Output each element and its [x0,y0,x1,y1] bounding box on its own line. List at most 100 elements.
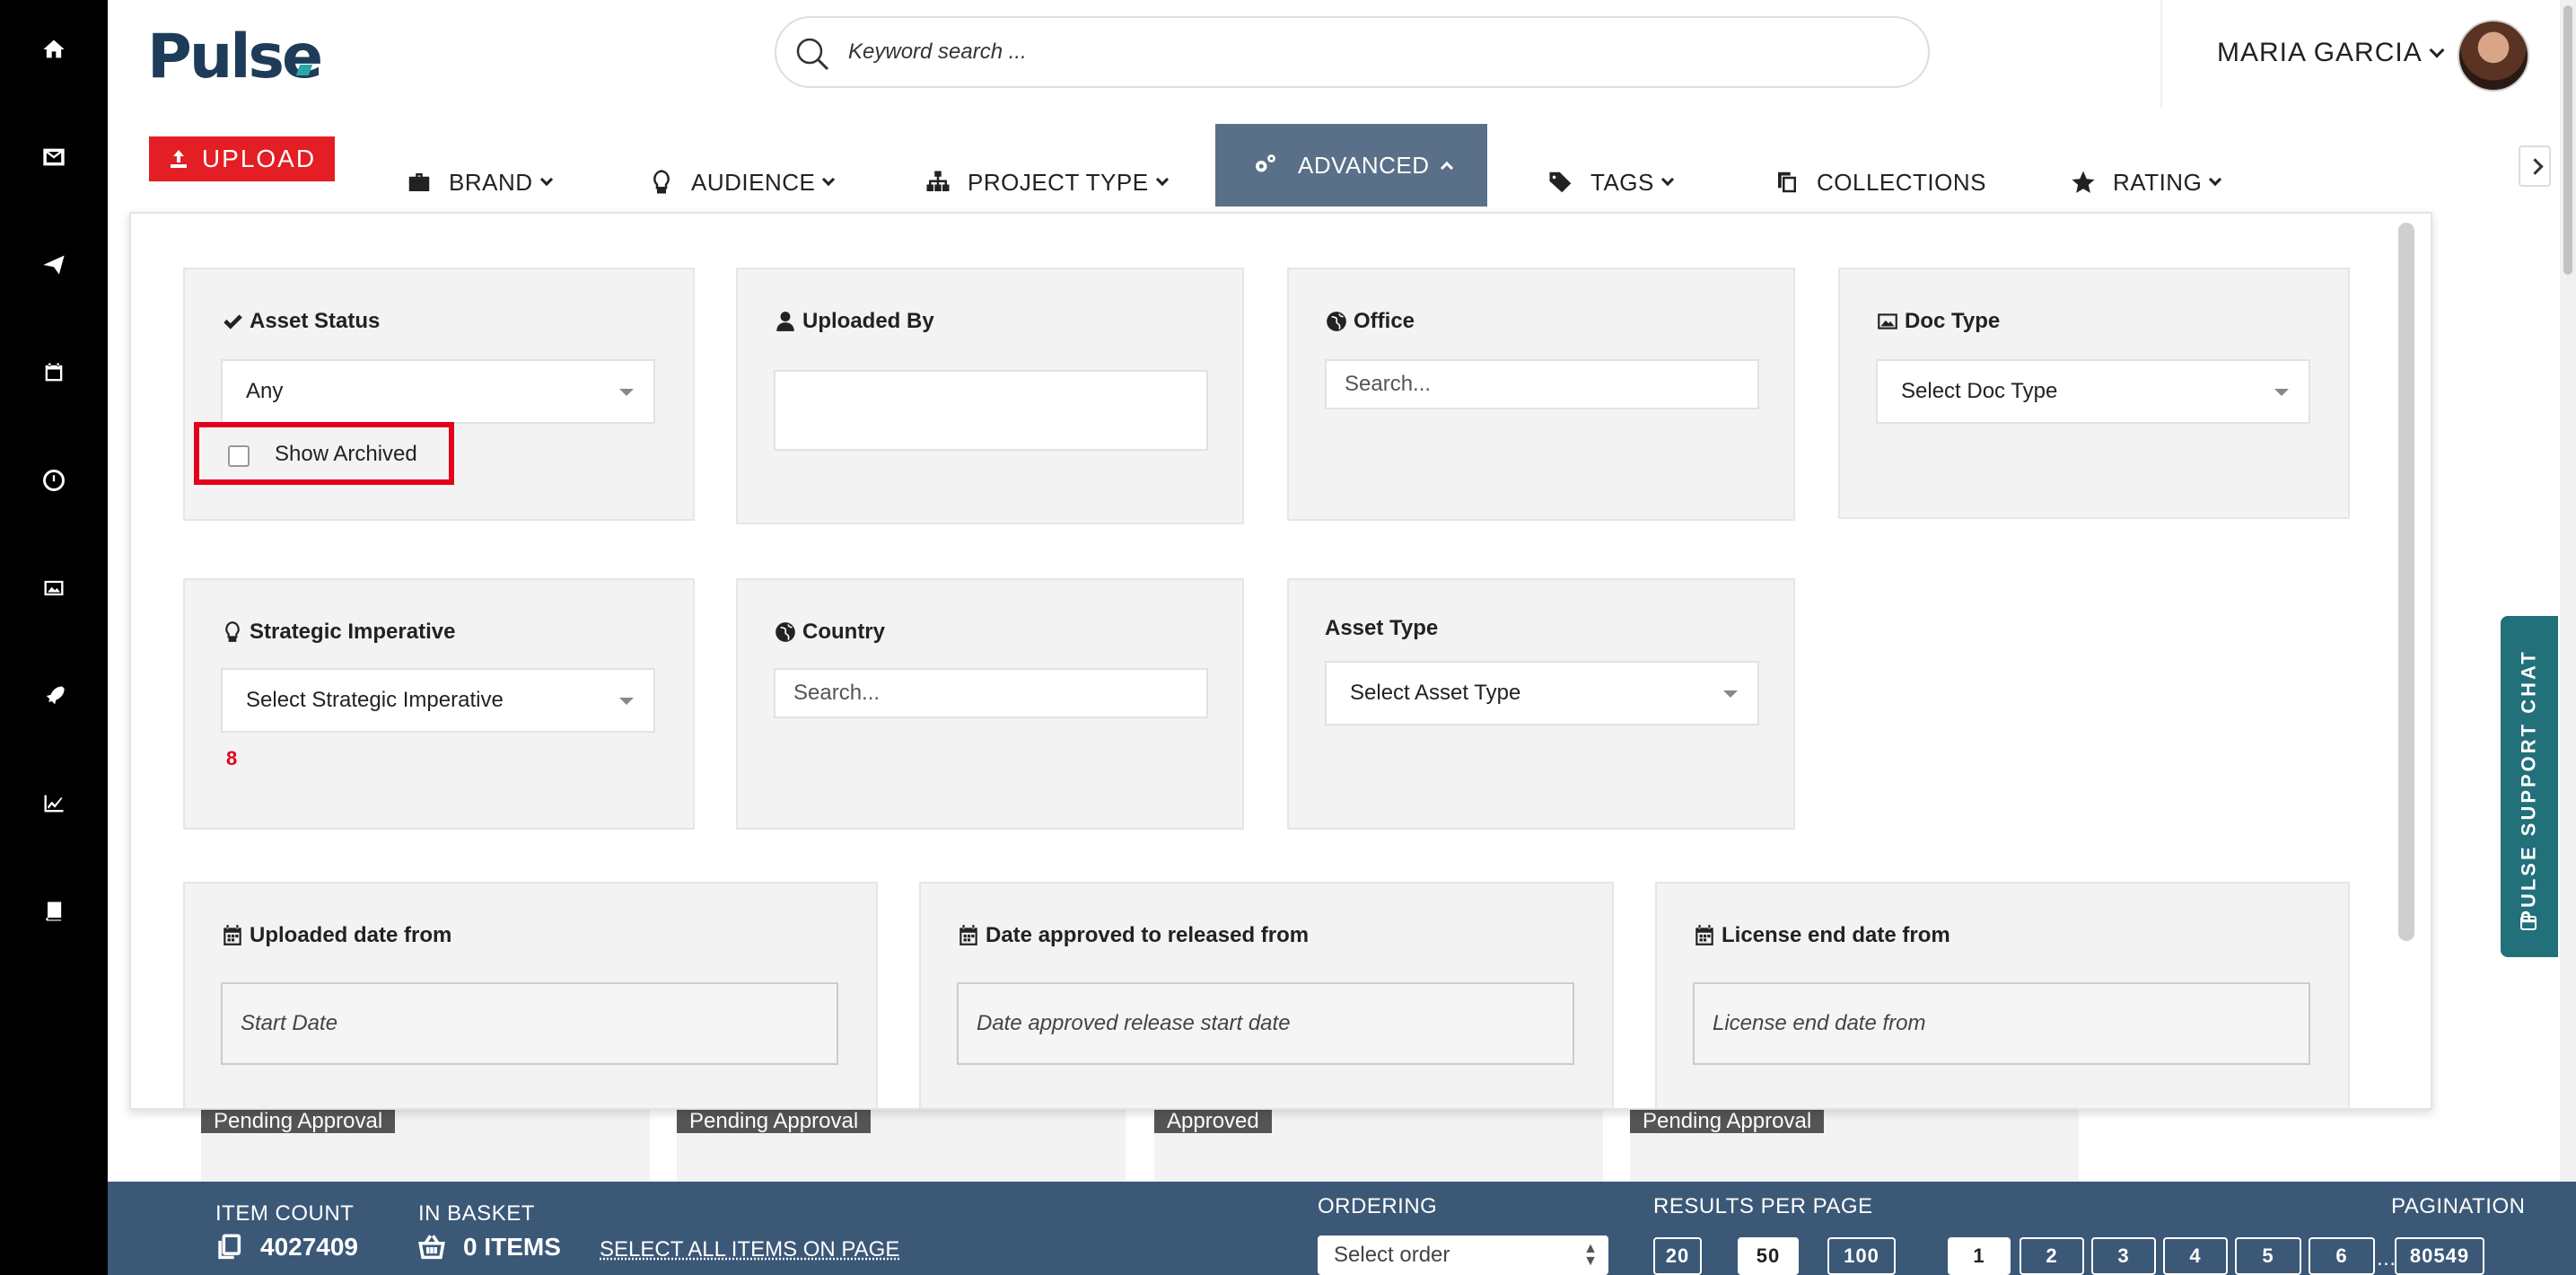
asset-type-select[interactable]: Select Asset Type [1325,661,1759,725]
show-archived-checkbox[interactable] [228,445,250,467]
show-archived-label[interactable]: Show Archived [275,442,417,467]
uploaded-date-label-text: Uploaded date from [250,923,452,947]
results-20-button[interactable]: 20 [1653,1237,1702,1275]
mail-icon[interactable] [36,139,72,175]
status-badge: Pending Approval [1630,1110,1825,1133]
calendar-icon[interactable] [36,355,72,391]
uploaded-date-label: Uploaded date from [221,923,451,948]
uploaded-by-card: Uploaded By [736,268,1244,524]
chevron-down-icon [1660,172,1674,187]
asset-status-label-text: Asset Status [250,309,381,333]
asset-thumbnail[interactable]: Pending Approval [1630,1110,2079,1182]
office-search-input[interactable] [1325,359,1759,409]
uploaded-by-label: Uploaded By [774,309,934,334]
avatar[interactable] [2458,20,2529,92]
caret-down-icon [619,389,634,396]
page-4-button[interactable]: 4 [2163,1237,2228,1275]
show-archived-highlight: Show Archived [194,422,454,485]
book-icon[interactable] [36,893,72,929]
uploaded-date-from-input[interactable] [221,982,838,1065]
asset-status-select[interactable]: Any [221,359,655,424]
support-chat-tab[interactable]: PULSE SUPPORT CHAT [2501,616,2558,957]
chevron-down-icon [2429,42,2445,58]
strategic-imperative-value: Select Strategic Imperative [246,688,504,712]
asset-thumbnail[interactable]: Pending Approval [201,1110,650,1182]
license-end-from-input[interactable] [1693,982,2310,1065]
pulse-logo[interactable]: Pulse [147,22,323,92]
rocket-icon[interactable] [36,678,72,714]
date-approved-label: Date approved to released from [957,923,1309,948]
date-approved-card: Date approved to released from [919,882,1614,1108]
page-4-label: 4 [2189,1244,2202,1267]
user-menu[interactable]: MARIA GARCIA [2217,38,2445,68]
search-box[interactable] [775,16,1930,88]
filter-advanced-label: ADVANCED [1298,151,1430,179]
clock-icon[interactable] [36,462,72,498]
ordering-select[interactable]: Select order ▲ ▼ [1318,1235,1608,1275]
lightbulb-icon [653,170,670,194]
filter-tags[interactable]: TAGS [1547,160,1674,205]
country-search-input[interactable] [774,668,1208,718]
caret-down-icon [1723,690,1738,698]
filter-collections[interactable]: COLLECTIONS [1774,160,1986,205]
page-last-button[interactable]: 80549 [2395,1237,2484,1275]
country-card: Country [736,578,1244,830]
chat-icon [2520,916,2537,930]
calendar-icon [1695,925,1713,945]
license-end-card: License end date from [1655,882,2350,1108]
results-50-button[interactable]: 50 [1738,1237,1799,1275]
page-5-button[interactable]: 5 [2235,1237,2301,1275]
page-2-label: 2 [2046,1244,2058,1267]
filter-project-type[interactable]: PROJECT TYPE [924,160,1169,205]
ordering-label: ORDERING [1318,1194,1438,1218]
doc-type-value: Select Doc Type [1901,379,2058,403]
uploaded-by-input[interactable] [774,370,1208,451]
filter-brand[interactable]: BRAND [406,160,553,205]
sitemap-icon [926,171,950,191]
filter-project-type-label: PROJECT TYPE [968,168,1149,196]
panel-scrollbar[interactable] [2398,223,2414,941]
briefcase-icon [408,173,430,191]
date-approved-from-input[interactable] [957,982,1574,1065]
asset-status-label: Asset Status [221,309,380,334]
chart-line-icon[interactable] [36,786,72,822]
doc-type-select[interactable]: Select Doc Type [1876,359,2310,424]
strategic-imperative-label-text: Strategic Imperative [250,620,456,644]
license-end-label: License end date from [1693,923,1950,948]
filter-rating[interactable]: RATING [2070,160,2222,205]
image-icon[interactable] [36,570,72,606]
results-100-button[interactable]: 100 [1827,1237,1896,1275]
item-count-label: ITEM COUNT [215,1201,355,1226]
upload-label: UPLOAD [201,145,317,172]
page-scrollbar-thumb[interactable] [2563,5,2572,275]
keyword-search-input[interactable] [848,34,1907,70]
search-icon[interactable] [794,36,830,72]
filter-advanced[interactable]: ADVANCED [1215,124,1487,207]
filter-tags-label: TAGS [1590,168,1654,196]
page-5-label: 5 [2262,1244,2274,1267]
filter-audience[interactable]: AUDIENCE [648,160,836,205]
app-root: Pulse MARIA GARCIA UPLOAD BRAND AUDIENCE… [0,0,2576,1275]
caret-down-icon [2274,389,2289,396]
home-icon[interactable] [36,31,72,67]
send-icon[interactable] [36,247,72,283]
support-chat-label: PULSE SUPPORT CHAT [2518,649,2541,924]
strategic-imperative-select[interactable]: Select Strategic Imperative [221,668,655,733]
asset-thumbnail[interactable]: Pending Approval [677,1110,1126,1182]
in-basket[interactable]: 0 ITEMS [416,1232,561,1262]
page-1-button[interactable]: 1 [1948,1237,2011,1275]
page-3-button[interactable]: 3 [2091,1237,2156,1275]
doc-type-label: Doc Type [1876,309,2000,334]
filter-scroll-right-button[interactable] [2519,145,2551,187]
chevron-up-icon [1440,161,1453,175]
page-2-button[interactable]: 2 [2020,1237,2084,1275]
select-all-link[interactable]: SELECT ALL ITEMS ON PAGE [600,1237,899,1262]
page-6-button[interactable]: 6 [2309,1237,2375,1275]
advanced-filter-panel: Asset Status Any Show Archived Uploaded … [129,212,2432,1110]
asset-thumbnail[interactable]: Approved [1154,1110,1603,1182]
check-icon [223,314,242,330]
results-per-page-label: RESULTS PER PAGE [1653,1194,1873,1218]
header-divider [2160,0,2162,108]
upload-button[interactable]: UPLOAD [149,136,335,181]
country-label-text: Country [802,620,885,644]
